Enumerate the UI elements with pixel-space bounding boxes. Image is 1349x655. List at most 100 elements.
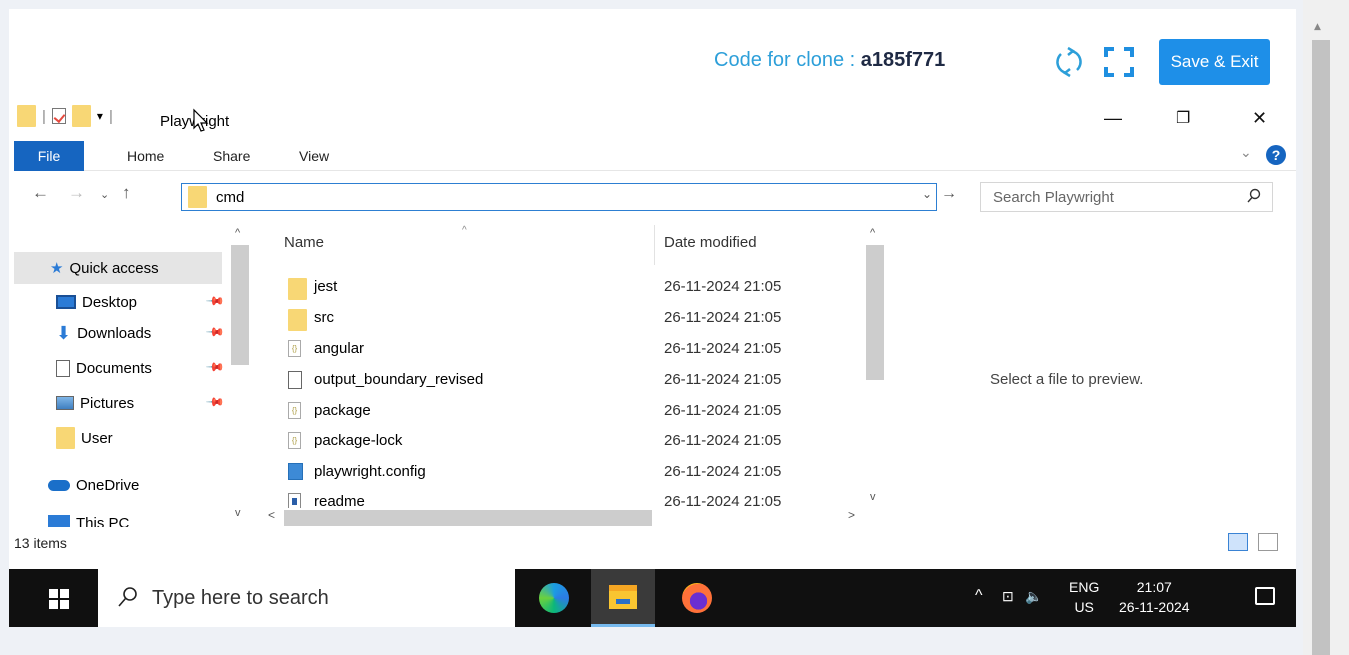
clone-label-text: Code for clone : bbox=[714, 49, 861, 71]
file-list-scrollbar-thumb[interactable] bbox=[866, 245, 884, 380]
file-row-playwright-config[interactable]: playwright.config 26-11-2024 21:05 bbox=[262, 457, 872, 488]
sidebar-item-label: Documents bbox=[76, 359, 152, 377]
sidebar-item-quick-access[interactable]: ★ Quick access bbox=[14, 252, 222, 284]
address-input[interactable]: cmd bbox=[216, 189, 244, 206]
windows-start-icon[interactable] bbox=[49, 589, 69, 609]
close-icon[interactable]: ✕ bbox=[1252, 108, 1267, 129]
page-scrollbar-thumb[interactable] bbox=[1312, 40, 1330, 655]
file-name: angular bbox=[314, 340, 365, 357]
scroll-down-arrow-icon[interactable]: v bbox=[235, 507, 241, 519]
file-row-angular[interactable]: {} angular 26-11-2024 21:05 bbox=[262, 334, 872, 365]
scroll-left-arrow-icon[interactable]: < bbox=[268, 508, 275, 522]
save-exit-button[interactable]: Save & Exit bbox=[1159, 39, 1270, 85]
minimize-icon[interactable]: — bbox=[1104, 108, 1122, 129]
nav-pane-scrollbar[interactable]: ^ v bbox=[229, 225, 251, 525]
details-view-icon[interactable] bbox=[1228, 533, 1248, 551]
tab-file[interactable]: File bbox=[14, 141, 84, 171]
toolbar-separator: | bbox=[42, 107, 46, 125]
restore-icon[interactable]: ❐ bbox=[1176, 108, 1190, 128]
new-folder-icon[interactable] bbox=[71, 105, 91, 127]
sort-ascending-icon: ^ bbox=[462, 225, 467, 236]
sidebar-item-downloads[interactable]: ⬇ Downloads bbox=[14, 317, 151, 349]
file-row-package[interactable]: {} package 26-11-2024 21:05 bbox=[262, 396, 872, 427]
star-icon: ★ bbox=[50, 260, 64, 277]
file-explorer-icon bbox=[609, 584, 637, 609]
search-input[interactable]: Search Playwright bbox=[980, 182, 1273, 212]
notifications-icon[interactable] bbox=[1255, 587, 1275, 605]
search-placeholder: Search Playwright bbox=[993, 189, 1114, 206]
sidebar-item-pictures[interactable]: Pictures bbox=[14, 387, 134, 419]
taskbar-file-explorer[interactable] bbox=[591, 569, 655, 627]
properties-icon[interactable] bbox=[51, 108, 66, 124]
file-date: 26-11-2024 21:05 bbox=[664, 463, 782, 480]
large-icons-view-icon[interactable] bbox=[1258, 533, 1278, 551]
address-dropdown-icon[interactable]: ⌄ bbox=[922, 187, 932, 201]
file-row-output-boundary-revised[interactable]: output_boundary_revised 26-11-2024 21:05 bbox=[262, 365, 872, 396]
page-scrollbar[interactable]: ▲ bbox=[1303, 0, 1349, 655]
download-icon: ⬇ bbox=[56, 322, 72, 343]
clone-code-value: a185f771 bbox=[860, 49, 946, 71]
column-divider[interactable] bbox=[654, 225, 655, 265]
file-list-horizontal-scrollbar[interactable]: < > bbox=[262, 508, 872, 527]
go-arrow-icon[interactable]: → bbox=[941, 185, 957, 203]
file-name: jest bbox=[314, 278, 338, 295]
file-name: output_boundary_revised bbox=[314, 371, 484, 388]
language-indicator[interactable]: ENG US bbox=[1069, 577, 1099, 617]
tab-view[interactable]: View bbox=[299, 141, 329, 171]
file-row-src[interactable]: src 26-11-2024 21:05 bbox=[262, 303, 872, 334]
preview-pane-message: Select a file to preview. bbox=[990, 371, 1144, 388]
file-list-vertical-scrollbar[interactable]: ^ v bbox=[864, 225, 886, 508]
horizontal-scrollbar-thumb[interactable] bbox=[284, 510, 652, 526]
scroll-up-arrow-icon[interactable]: ^ bbox=[870, 227, 875, 239]
tab-share[interactable]: Share bbox=[213, 141, 250, 171]
pin-icon[interactable]: 📌 bbox=[205, 357, 225, 377]
markdown-file-icon bbox=[288, 493, 301, 508]
sidebar-item-onedrive[interactable]: OneDrive bbox=[14, 469, 139, 501]
file-date: 26-11-2024 21:05 bbox=[664, 371, 782, 388]
nav-scrollbar-thumb[interactable] bbox=[231, 245, 249, 365]
sidebar-item-user[interactable]: User bbox=[14, 422, 113, 454]
system-clock[interactable]: 21:07 26-11-2024 bbox=[1119, 577, 1190, 617]
address-bar[interactable]: cmd ⌄ bbox=[181, 183, 937, 211]
search-icon[interactable] bbox=[1246, 188, 1262, 204]
scroll-up-arrow-icon[interactable]: ▲ bbox=[1314, 22, 1321, 32]
up-arrow-icon[interactable]: ↑ bbox=[122, 183, 131, 203]
address-row: ← → ⌄ ↑ cmd ⌄ → Search Playwright bbox=[14, 173, 1296, 219]
scroll-right-arrow-icon[interactable]: > bbox=[848, 508, 855, 522]
taskbar-firefox[interactable] bbox=[665, 569, 729, 627]
pin-icon[interactable]: 📌 bbox=[205, 392, 225, 412]
pin-icon[interactable]: 📌 bbox=[205, 322, 225, 342]
file-row-jest[interactable]: jest 26-11-2024 21:05 bbox=[262, 272, 872, 303]
file-row-readme[interactable]: readme 26-11-2024 21:05 bbox=[262, 487, 872, 508]
column-header-name[interactable]: Name bbox=[284, 234, 324, 251]
volume-icon[interactable]: 🔈 bbox=[1025, 588, 1042, 605]
fullscreen-icon[interactable] bbox=[1102, 45, 1136, 79]
help-icon[interactable]: ? bbox=[1266, 145, 1286, 165]
computer-icon bbox=[48, 515, 70, 527]
clone-code-label: Code for clone : a185f771 bbox=[714, 49, 945, 72]
file-name: src bbox=[314, 309, 334, 326]
expand-ribbon-icon[interactable]: ⌄ bbox=[1240, 144, 1252, 161]
sidebar-item-documents[interactable]: Documents bbox=[14, 352, 152, 384]
refresh-icon[interactable] bbox=[1051, 44, 1087, 80]
tab-home[interactable]: Home bbox=[127, 141, 164, 171]
forward-arrow-icon[interactable]: → bbox=[68, 183, 85, 203]
recent-locations-icon[interactable]: ⌄ bbox=[100, 188, 109, 201]
item-count: 13 items bbox=[14, 535, 67, 551]
customize-toolbar-icon[interactable]: ▾ bbox=[97, 109, 103, 123]
column-header-date-modified[interactable]: Date modified bbox=[664, 234, 757, 251]
scroll-up-arrow-icon[interactable]: ^ bbox=[235, 227, 240, 239]
sidebar-item-label: User bbox=[81, 429, 113, 447]
taskbar-search-box[interactable]: Type here to search bbox=[98, 569, 515, 627]
show-hidden-icons-icon[interactable]: ^ bbox=[975, 587, 983, 605]
pin-icon[interactable]: 📌 bbox=[205, 291, 225, 311]
taskbar-edge[interactable] bbox=[522, 569, 586, 627]
sidebar-item-desktop[interactable]: Desktop bbox=[14, 286, 137, 318]
sidebar-item-label: Desktop bbox=[82, 293, 138, 311]
network-icon[interactable]: ⊡ bbox=[1002, 588, 1014, 605]
file-name: playwright.config bbox=[314, 463, 426, 480]
back-arrow-icon[interactable]: ← bbox=[32, 183, 49, 203]
scroll-down-arrow-icon[interactable]: v bbox=[870, 491, 876, 503]
file-row-package-lock[interactable]: {} package-lock 26-11-2024 21:05 bbox=[262, 426, 872, 457]
sidebar-item-this-pc[interactable]: This PC bbox=[14, 515, 129, 527]
